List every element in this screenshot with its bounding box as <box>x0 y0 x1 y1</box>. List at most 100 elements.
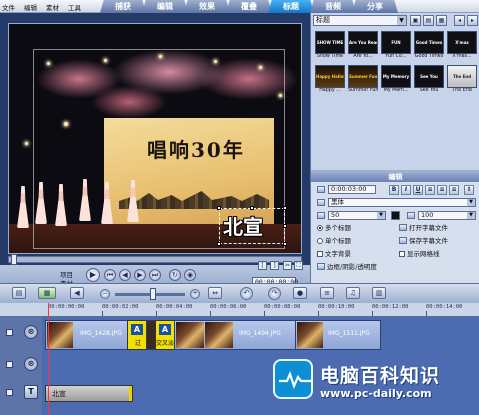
title-preset[interactable]: FUN Fun Co... <box>381 31 411 63</box>
record-icon[interactable]: ● <box>293 287 307 299</box>
next-frame-icon[interactable]: ▶ <box>134 269 146 281</box>
align-center-button[interactable]: ≡ <box>437 185 447 195</box>
tab-effect[interactable]: 效果 <box>184 0 230 13</box>
color-swatch[interactable] <box>391 211 400 220</box>
storyboard-view-icon[interactable]: ▤ <box>12 287 26 299</box>
duration-field[interactable]: 0:00:03:00 <box>328 185 376 194</box>
undo-icon[interactable]: ↶ <box>240 287 253 300</box>
resize-handle[interactable] <box>283 224 287 228</box>
library-category-select[interactable]: 标题 ▼ <box>313 15 407 26</box>
timeline-view-icon[interactable]: ▦ <box>38 287 56 299</box>
tab-share[interactable]: 分享 <box>352 0 398 13</box>
video-track-icon[interactable]: ⊛ <box>24 325 38 339</box>
radio-button[interactable] <box>317 225 323 231</box>
tab-title[interactable]: 标题 <box>268 0 314 13</box>
mark-out-icon[interactable]: ] <box>270 261 279 270</box>
title-preset[interactable]: Summer Fun Summer Fun <box>348 65 378 97</box>
title-track-icon[interactable]: T <box>24 385 38 399</box>
font-select[interactable]: 黑体 ▼ <box>328 198 476 207</box>
line-spacing-select[interactable]: 100 ▼ <box>418 211 476 220</box>
tab-overlay[interactable]: 覆叠 <box>226 0 272 13</box>
split-icon[interactable]: ✂ <box>283 261 292 270</box>
border-shadow-button[interactable]: 边框/阴影/透明度 <box>317 263 377 272</box>
show-grid-option[interactable]: 显示网格线 <box>399 250 440 259</box>
save-subtitle-button[interactable]: 保存字幕文件 <box>399 237 448 246</box>
zoom-out-icon[interactable]: − <box>100 289 110 299</box>
scrub-thumb[interactable] <box>11 254 17 265</box>
video-track[interactable]: IMG_1428.JPG A 过 A 交叉淡化 IMG_1494.JPG IMG… <box>42 317 479 351</box>
sort-icon[interactable]: ▦ <box>436 15 447 26</box>
radio-button[interactable] <box>317 238 323 244</box>
checkbox[interactable] <box>317 251 323 257</box>
tab-capture[interactable]: 捕获 <box>100 0 146 13</box>
tab-edit[interactable]: 编辑 <box>142 0 188 13</box>
title-clip[interactable]: 北宣 <box>45 385 133 402</box>
resize-handle[interactable] <box>217 206 221 210</box>
single-title-option[interactable]: 单个标题 <box>317 237 351 246</box>
open-subtitle-button[interactable]: 打开字幕文件 <box>399 224 448 233</box>
zoom-slider-thumb[interactable] <box>150 288 156 300</box>
prev-frame-icon[interactable]: ◀ <box>119 269 131 281</box>
title-preset[interactable]: Happy HalloweenHappy ... <box>315 65 345 97</box>
title-clip-edge[interactable] <box>129 386 132 401</box>
end-icon[interactable]: ⏭ <box>149 269 161 281</box>
video-clip[interactable]: IMG_1494.JPG <box>174 320 296 350</box>
title-preset[interactable]: Are You Ready?Are Yo... <box>348 31 378 63</box>
title-preset[interactable]: SHOW TIME Show Time <box>315 31 345 63</box>
multi-title-option[interactable]: 多个标题 <box>317 224 351 233</box>
title-overlay-text[interactable]: 北宣 <box>223 211 263 240</box>
tab-audio[interactable]: 音频 <box>310 0 356 13</box>
preview-window[interactable]: 唱响30年 北宣 <box>8 23 302 254</box>
close-icon[interactable]: ▸ <box>467 15 478 26</box>
library-manager-icon[interactable]: ▤ <box>423 15 434 26</box>
resize-handle[interactable] <box>283 206 287 210</box>
video-clip[interactable]: IMG_1428.JPG <box>45 320 129 350</box>
options-icon[interactable]: ◂ <box>454 15 465 26</box>
play-icon[interactable]: ▶ <box>86 268 100 282</box>
mark-in-icon[interactable]: [ <box>258 261 267 270</box>
playhead[interactable] <box>48 303 49 415</box>
overlay-track-icon[interactable]: ⊛ <box>24 357 38 371</box>
repeat-icon[interactable]: ↻ <box>169 269 181 281</box>
menu-clip[interactable]: 素材 <box>46 2 59 12</box>
font-size-select[interactable]: 50 ▼ <box>328 211 386 220</box>
fullscreen-icon[interactable]: ⛶ <box>294 261 303 270</box>
track-lock-icon[interactable] <box>6 361 13 368</box>
italic-button[interactable]: I <box>401 185 411 195</box>
underline-button[interactable]: U <box>413 185 423 195</box>
mixer-icon[interactable]: ≡ <box>320 287 334 299</box>
timeline-ruler[interactable]: 00:00:00:00 00:00:02:00 00:00:04:00 00:0… <box>0 303 479 317</box>
track-manager-icon[interactable]: ▥ <box>372 287 386 299</box>
menu-tools[interactable]: 工具 <box>68 2 81 12</box>
track-lock-icon[interactable] <box>6 389 13 396</box>
align-right-button[interactable]: ≡ <box>449 185 459 195</box>
redo-icon[interactable]: ↷ <box>268 287 281 300</box>
resize-handle[interactable] <box>283 242 287 246</box>
menu-edit[interactable]: 编辑 <box>24 2 37 12</box>
resize-handle[interactable] <box>250 206 254 210</box>
auto-music-icon[interactable]: ♫ <box>346 287 360 299</box>
zoom-in-icon[interactable]: + <box>190 289 200 299</box>
fit-project-icon[interactable]: ⇔ <box>208 287 222 299</box>
vertical-text-button[interactable]: ⇕ <box>464 185 474 195</box>
transition-clip[interactable]: A 交叉淡化 <box>155 320 175 350</box>
text-background-option[interactable]: 文字背景 <box>317 250 351 259</box>
align-left-button[interactable]: ≡ <box>425 185 435 195</box>
folder-icon[interactable]: ▣ <box>410 15 421 26</box>
video-clip[interactable]: IMG_1511.JPG <box>295 320 381 350</box>
title-preset[interactable]: X'mas X'mas... <box>447 31 477 63</box>
audio-view-icon[interactable]: ◀ <box>70 287 84 299</box>
bold-button[interactable]: B <box>389 185 399 195</box>
menu-file[interactable]: 文件 <box>2 2 15 12</box>
title-preset[interactable]: See You See You <box>414 65 444 97</box>
title-preset[interactable]: My Memory My Mem... <box>381 65 411 97</box>
volume-icon[interactable]: ◉ <box>184 269 196 281</box>
checkbox[interactable] <box>399 251 405 257</box>
title-preset[interactable]: Good Times Good Times <box>414 31 444 63</box>
video-track-header: ⊛ <box>2 319 40 349</box>
transition-clip[interactable]: A 过 <box>127 320 147 350</box>
track-lock-icon[interactable] <box>6 329 13 336</box>
resize-handle[interactable] <box>217 242 221 246</box>
home-icon[interactable]: ⏮ <box>104 269 116 281</box>
title-preset[interactable]: The End The End <box>447 65 477 97</box>
